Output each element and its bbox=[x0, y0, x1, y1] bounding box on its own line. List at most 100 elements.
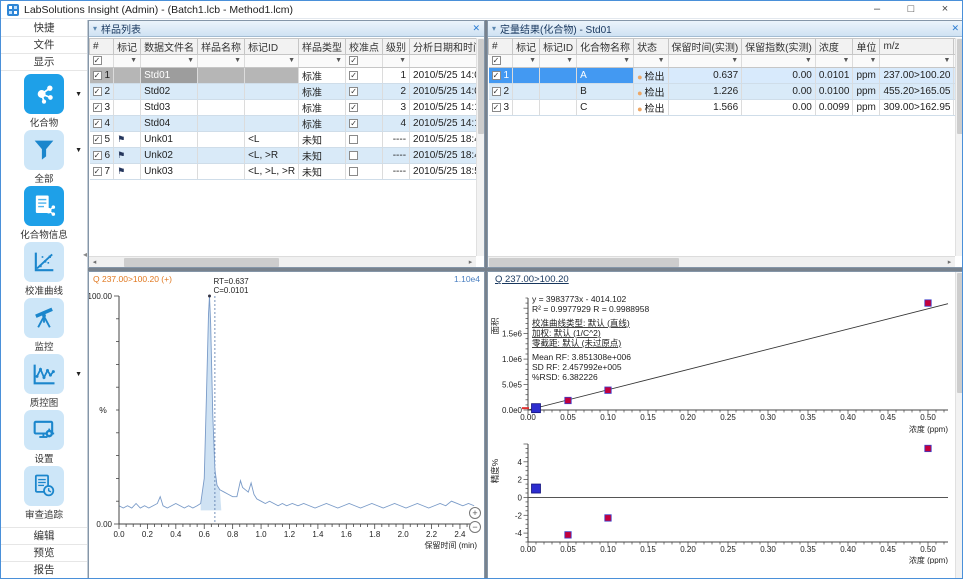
cell-level[interactable]: ---- bbox=[383, 132, 410, 148]
calibration-chart[interactable]: 0.0e05.0e51.0e61.5e6面积0.000.050.100.150.… bbox=[488, 286, 955, 564]
cell-num[interactable]: 4 bbox=[90, 116, 114, 132]
row-selector[interactable]: 3 bbox=[93, 102, 111, 113]
cell-type[interactable]: 未知 bbox=[299, 132, 346, 148]
cell-mz[interactable]: 309.00>162.95 bbox=[880, 100, 954, 116]
column-header-7[interactable]: 级别 bbox=[383, 39, 410, 55]
cell-file[interactable]: Std03 bbox=[141, 100, 198, 116]
cell-unit[interactable]: ppm bbox=[853, 68, 880, 84]
sidebar-item-化合物信息[interactable]: 化合物信息 bbox=[1, 186, 87, 241]
table-row[interactable]: 5⚑Unk01<L未知----2010/5/25 18:45:5951 bbox=[90, 132, 485, 148]
row-checkbox[interactable] bbox=[492, 71, 501, 80]
zoom-out-icon[interactable]: − bbox=[470, 522, 481, 533]
cell-compound[interactable]: B bbox=[577, 84, 634, 100]
filter-icon[interactable]: ▼ bbox=[566, 55, 573, 67]
row-checkbox[interactable] bbox=[93, 167, 102, 176]
cell-flag[interactable]: ⚑ bbox=[114, 164, 141, 180]
column-header-6[interactable]: 保留指数(实测) bbox=[742, 39, 816, 55]
column-header-8[interactable]: 单位 bbox=[853, 39, 880, 55]
column-header-7[interactable]: 浓度 bbox=[815, 39, 853, 55]
cell-conc[interactable]: 0.0099 bbox=[815, 100, 853, 116]
column-header-8[interactable]: 分析日期和时间 bbox=[410, 39, 484, 55]
cell-cal[interactable] bbox=[346, 132, 383, 148]
cell-level[interactable]: 2 bbox=[383, 84, 410, 100]
cell-status[interactable]: ●检出 bbox=[634, 68, 668, 84]
filter-icon[interactable]: ▼ bbox=[529, 55, 536, 67]
cell-mark_id[interactable]: <L bbox=[245, 132, 299, 148]
sidebar-tab-预览[interactable]: 预览 bbox=[1, 544, 87, 561]
row-selector[interactable]: 1 bbox=[492, 70, 510, 81]
cell-datetime[interactable]: 2010/5/25 18:49:40 bbox=[410, 148, 484, 164]
cell-ri[interactable]: 0.00 bbox=[742, 68, 816, 84]
sidebar-tab-编辑[interactable]: 编辑 bbox=[1, 527, 87, 544]
cell-conc[interactable]: 0.0101 bbox=[815, 68, 853, 84]
filter-cell[interactable]: ▼ bbox=[577, 55, 634, 68]
filter-cell[interactable] bbox=[346, 55, 383, 68]
cell-level[interactable]: 3 bbox=[383, 100, 410, 116]
table-row[interactable]: 2Std02标准22010/5/25 14:07:0021 bbox=[90, 84, 485, 100]
cell-name[interactable] bbox=[198, 100, 245, 116]
column-header-9[interactable]: m/z bbox=[880, 39, 954, 55]
row-selector[interactable]: 4 bbox=[93, 118, 111, 129]
calibration-checkbox[interactable] bbox=[349, 103, 358, 112]
panel-close-icon[interactable]: ✕ bbox=[472, 23, 480, 34]
filter-icon[interactable]: ▼ bbox=[843, 55, 850, 67]
filter-icon[interactable]: ▼ bbox=[335, 55, 342, 67]
cell-unit[interactable]: ppm bbox=[853, 84, 880, 100]
calibration-checkbox[interactable] bbox=[349, 119, 358, 128]
cell-num[interactable]: 7 bbox=[90, 164, 114, 180]
cell-rt[interactable]: 1.566 bbox=[668, 100, 742, 116]
filter-icon[interactable]: ▼ bbox=[944, 55, 951, 67]
filter-icon[interactable]: ▼ bbox=[805, 55, 812, 67]
cell-num[interactable]: 6 bbox=[90, 148, 114, 164]
quant-results-hscrollbar[interactable]: ▸ bbox=[488, 256, 955, 267]
cell-file[interactable]: Unk02 bbox=[141, 148, 198, 164]
calibration-checkbox[interactable] bbox=[349, 71, 358, 80]
calibration-checkbox[interactable] bbox=[349, 167, 358, 176]
cell-name[interactable] bbox=[198, 84, 245, 100]
filter-icon[interactable]: ▼ bbox=[731, 55, 738, 67]
cell-mark_id[interactable] bbox=[540, 84, 577, 100]
cell-cal[interactable] bbox=[346, 148, 383, 164]
cell-level[interactable]: ---- bbox=[383, 164, 410, 180]
filter-cell[interactable] bbox=[489, 55, 513, 68]
cell-flag[interactable] bbox=[114, 100, 141, 116]
filter-cell[interactable]: ▼ bbox=[815, 55, 853, 68]
filter-checkbox[interactable] bbox=[492, 56, 501, 65]
cell-conc[interactable]: 0.0100 bbox=[815, 84, 853, 100]
chevron-down-icon[interactable]: ▼ bbox=[75, 91, 82, 98]
cell-flag[interactable] bbox=[513, 68, 540, 84]
row-selector[interactable]: 7 bbox=[93, 166, 111, 177]
cell-file[interactable]: Std01 bbox=[141, 68, 198, 84]
filter-cell[interactable]: ▼ bbox=[513, 55, 540, 68]
cell-datetime[interactable]: 2010/5/25 14:07:00 bbox=[410, 84, 484, 100]
row-selector[interactable]: 1 bbox=[93, 70, 111, 81]
cell-type[interactable]: 未知 bbox=[299, 164, 346, 180]
cell-flag[interactable] bbox=[513, 100, 540, 116]
filter-cell[interactable]: ▼ bbox=[383, 55, 410, 68]
filter-cell[interactable]: ▼ bbox=[634, 55, 668, 68]
scroll-right-icon[interactable]: ▸ bbox=[944, 257, 955, 267]
cell-flag[interactable] bbox=[513, 84, 540, 100]
column-header-0[interactable]: # bbox=[489, 39, 513, 55]
column-header-1[interactable]: 标记 bbox=[114, 39, 141, 55]
cell-num[interactable]: 2 bbox=[90, 84, 114, 100]
filter-cell[interactable]: ▼ bbox=[668, 55, 742, 68]
filter-icon[interactable]: ▼ bbox=[288, 55, 295, 67]
calibration-checkbox[interactable] bbox=[349, 151, 358, 160]
cell-datetime[interactable]: 2010/5/25 14:14:21 bbox=[410, 116, 484, 132]
table-row[interactable]: 4Std04标准42010/5/25 14:14:2141 bbox=[90, 116, 485, 132]
filter-cell[interactable]: ▼ bbox=[245, 55, 299, 68]
scroll-left-icon[interactable]: ◂ bbox=[89, 257, 100, 267]
column-header-6[interactable]: 校准点 bbox=[346, 39, 383, 55]
cell-datetime[interactable]: 2010/5/25 14:10:40 bbox=[410, 100, 484, 116]
cell-num[interactable]: 5 bbox=[90, 132, 114, 148]
cell-ri[interactable]: 0.00 bbox=[742, 100, 816, 116]
cell-mark_id[interactable] bbox=[245, 84, 299, 100]
cell-num[interactable]: 1 bbox=[90, 68, 114, 84]
column-header-5[interactable]: 保留时间(实测) bbox=[668, 39, 742, 55]
table-row[interactable]: 3Std03标准32010/5/25 14:10:4031 bbox=[90, 100, 485, 116]
cell-level[interactable]: 1 bbox=[383, 68, 410, 84]
filter-cell[interactable]: ▼ bbox=[410, 55, 484, 68]
quant-results-vscrollbar[interactable] bbox=[955, 38, 963, 256]
cell-file[interactable]: Std02 bbox=[141, 84, 198, 100]
